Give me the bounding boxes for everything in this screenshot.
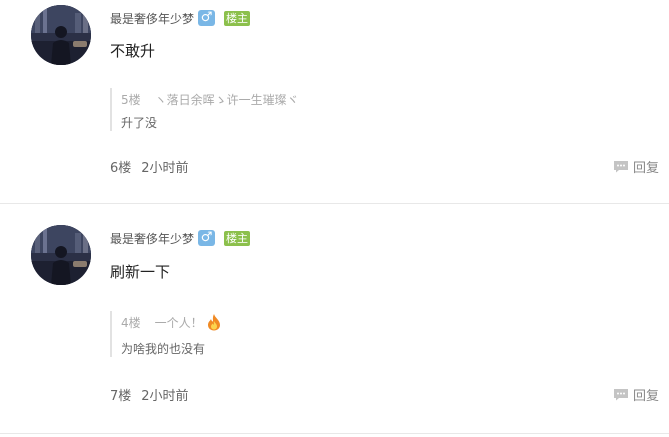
floor-number: 7楼 [110, 389, 132, 404]
quoted-reply: 4楼 一个人！ 为啥我的也没有 [110, 311, 222, 357]
quoted-reply: 5楼 ヽ落日余晖ゝ许一生璀璨ヾ 升了没 [110, 88, 299, 131]
fire-icon [207, 314, 220, 331]
floor-number: 6楼 [110, 161, 132, 176]
post-meta: 6楼 2小时前 [110, 157, 189, 176]
owner-badge: 楼主 [224, 230, 251, 246]
comment-content: 不敢升 [110, 42, 156, 60]
comment-post: 最是奢侈年少梦 ♂ 楼主 不敢升 5楼 ヽ落日余晖ゝ许一生璀璨ヾ 升了没 6楼 … [0, 0, 669, 203]
post-time: 2小时前 [141, 161, 189, 176]
reply-button[interactable]: 回复 [613, 157, 659, 176]
quote-text: 为啥我的也没有 [121, 342, 206, 356]
username[interactable]: 最是奢侈年少梦 [110, 10, 194, 27]
quote-floor: 4楼 [121, 315, 141, 330]
male-icon: ♂ [198, 230, 216, 246]
quote-text: 升了没 [121, 116, 158, 130]
post-meta: 7楼 2小时前 [110, 385, 189, 404]
reply-label: 回复 [632, 389, 659, 404]
reply-icon [613, 389, 628, 401]
male-icon: ♂ [198, 10, 216, 26]
user-line: 最是奢侈年少梦 ♂ 楼主 [110, 228, 251, 248]
comment-content: 刷新一下 [110, 263, 171, 281]
reply-icon [613, 161, 628, 173]
quote-header: 4楼 一个人！ [121, 311, 222, 333]
quote-username[interactable]: 一个人！ [155, 314, 203, 331]
divider [0, 433, 669, 434]
user-line: 最是奢侈年少梦 ♂ 楼主 [110, 8, 251, 28]
username[interactable]: 最是奢侈年少梦 [110, 230, 194, 247]
avatar[interactable] [31, 5, 91, 65]
post-time: 2小时前 [141, 389, 189, 404]
owner-badge: 楼主 [224, 10, 251, 26]
reply-label: 回复 [632, 161, 659, 176]
quote-username[interactable]: ヽ落日余晖ゝ许一生璀璨ヾ [155, 91, 299, 108]
avatar[interactable] [31, 225, 91, 285]
reply-button[interactable]: 回复 [613, 385, 659, 404]
quote-floor: 5楼 [121, 92, 141, 107]
divider [0, 203, 669, 204]
comment-post [0, 205, 669, 433]
quote-header: 5楼 ヽ落日余晖ゝ许一生璀璨ヾ [121, 88, 299, 110]
